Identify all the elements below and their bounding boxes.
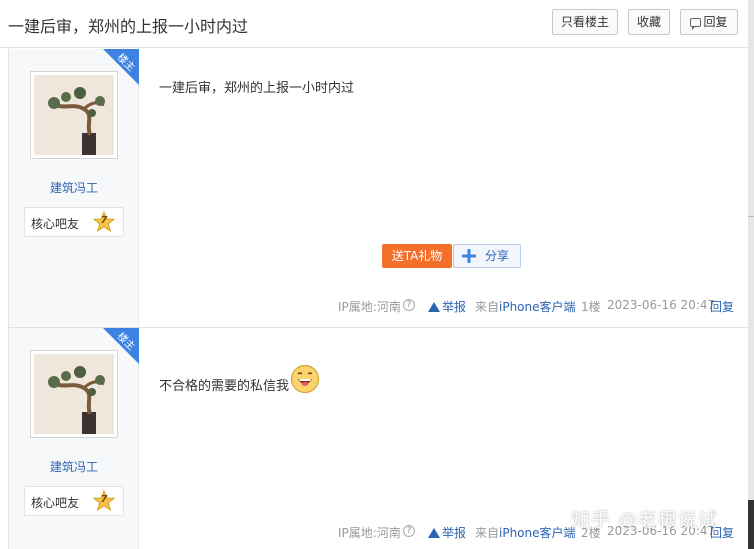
warning-icon <box>428 528 440 538</box>
share-label: 分享 <box>485 249 510 263</box>
post-time: 2023-06-16 20:47 <box>607 298 716 312</box>
reply-button-label: 回复 <box>703 15 728 29</box>
member-badge[interactable]: 核心吧友 7 <box>24 486 124 516</box>
device-link[interactable]: iPhone客户端 <box>499 298 576 315</box>
author-column: 建筑冯工 核心吧友 7 楼主 <box>9 328 139 549</box>
report-link[interactable]: 举报 <box>428 298 466 315</box>
grin-emoji-icon <box>290 364 320 394</box>
device-link[interactable]: iPhone客户端 <box>499 524 576 541</box>
report-label: 举报 <box>442 526 467 540</box>
author-column: 建筑冯工 核心吧友 7 楼主 <box>9 49 139 327</box>
thread-title: 一建后审，郑州的上报一小时内过 <box>8 17 249 36</box>
owner-corner-badge: 楼主 <box>103 328 139 364</box>
badge-label: 核心吧友 <box>31 217 80 231</box>
from-label: 来自 <box>475 300 500 314</box>
send-gift-button[interactable]: 送TA礼物 <box>382 244 452 268</box>
bonsai-avatar-image <box>34 75 114 155</box>
post-content: 一建后审，郑州的上报一小时内过 <box>159 81 355 96</box>
favorite-button[interactable]: 收藏 <box>628 9 670 35</box>
thread-header: 一建后审，郑州的上报一小时内过 只看楼主 收藏 回复 <box>0 0 748 48</box>
only-owner-button[interactable]: 只看楼主 <box>552 9 618 35</box>
post-content-text: 不合格的需要的私信我 <box>159 379 290 394</box>
watermark: 知乎 @老根说试 <box>571 509 719 531</box>
scrollbar[interactable] <box>748 0 754 549</box>
badge-level: 7 <box>100 494 108 505</box>
report-label: 举报 <box>442 300 467 314</box>
warning-icon <box>428 302 440 312</box>
author-name[interactable]: 建筑冯工 <box>9 179 139 196</box>
plus-icon <box>462 249 476 263</box>
bonsai-avatar-image <box>34 354 114 434</box>
report-link[interactable]: 举报 <box>428 524 466 541</box>
badge-label: 核心吧友 <box>31 496 80 510</box>
owner-corner-badge: 楼主 <box>103 49 139 85</box>
reply-button[interactable]: 回复 <box>680 9 738 35</box>
comment-icon <box>690 18 702 30</box>
ip-location: IP属地:河南 <box>338 526 401 540</box>
ip-location: IP属地:河南 <box>338 300 401 314</box>
post-reply-link[interactable]: 回复 <box>710 298 734 315</box>
page: 一建后审，郑州的上报一小时内过 只看楼主 收藏 回复 建筑冯工 核心吧友 7 楼… <box>0 0 754 549</box>
floor-number: 1楼 <box>581 300 601 314</box>
post-meta: IP属地:河南 ? 举报 来自 iPhone客户端 1楼 2023-06-16 … <box>9 298 748 314</box>
help-icon[interactable]: ? <box>403 525 415 537</box>
level-star-icon: 7 <box>92 210 116 233</box>
post-floor-1: 建筑冯工 核心吧友 7 楼主 一建后审，郑州的上报一小时内过 送TA礼物 分享 … <box>9 49 748 327</box>
level-star-icon: 7 <box>92 489 116 512</box>
help-icon[interactable]: ? <box>403 299 415 311</box>
member-badge[interactable]: 核心吧友 7 <box>24 207 124 237</box>
from-label: 来自 <box>475 526 500 540</box>
badge-level: 7 <box>100 215 108 226</box>
share-button[interactable]: 分享 <box>453 244 521 268</box>
author-name[interactable]: 建筑冯工 <box>9 458 139 475</box>
post-content: 不合格的需要的私信我 <box>159 364 320 394</box>
